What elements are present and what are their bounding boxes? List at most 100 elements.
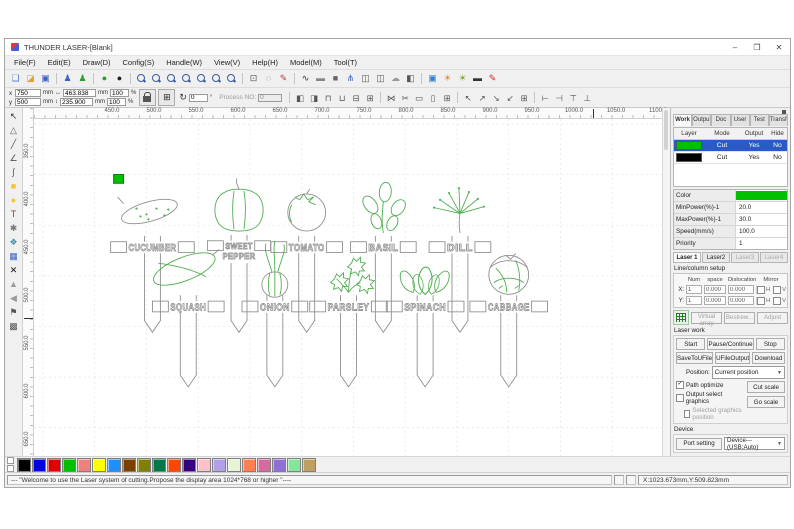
menu-help[interactable]: Help(H) <box>246 56 284 69</box>
cloud-icon[interactable]: ☁ <box>389 72 402 85</box>
simulate-burst-icon[interactable]: ☀ <box>441 72 454 85</box>
layer-row[interactable]: Cut Yes No <box>674 152 787 164</box>
play-up-icon[interactable]: ▲ <box>7 278 20 291</box>
rotate-input[interactable] <box>188 93 208 102</box>
mirror-h-checkbox[interactable] <box>756 296 765 305</box>
text-tool-icon[interactable]: T <box>7 208 20 221</box>
select-box-icon[interactable]: ⊡ <box>247 72 260 85</box>
menu-file[interactable]: File(F) <box>8 56 42 69</box>
output-select-graphics-checkbox[interactable] <box>676 394 684 402</box>
copy-size-icon[interactable]: ▭ <box>413 92 425 104</box>
setup-input[interactable] <box>686 285 702 294</box>
corner-top-left-icon[interactable]: ↖ <box>462 92 474 104</box>
zoom-all-icon[interactable] <box>195 72 208 85</box>
star-tool-icon[interactable]: ✱ <box>7 222 20 235</box>
curve-tool-icon[interactable]: ∿ <box>299 72 312 85</box>
tab-doc[interactable]: Doc <box>711 114 731 126</box>
tab-output[interactable]: Output <box>692 114 712 126</box>
height-input[interactable] <box>60 98 93 106</box>
palette-color-12[interactable] <box>197 457 211 472</box>
palette-color-18[interactable] <box>287 457 301 472</box>
tab-laser3[interactable]: Laser3 <box>731 252 759 263</box>
palette-color-5[interactable] <box>92 457 106 472</box>
corner-bottom-right-icon[interactable]: ↘ <box>490 92 502 104</box>
prop-value-color[interactable] <box>736 190 787 201</box>
prop-value-maxpower[interactable]: 30.0 <box>736 214 787 225</box>
grid-position-icon[interactable]: ⊞ <box>518 92 530 104</box>
mirror-h-checkbox[interactable] <box>756 285 765 294</box>
design-canvas[interactable]: CUCUMBER SWEET PEPPER TOMATO BASIL DILL SQUASH… <box>34 119 662 456</box>
draw-pen-icon[interactable]: ✎ <box>277 72 290 85</box>
shape-tool-icon[interactable]: ❖ <box>7 236 20 249</box>
weld-right-icon[interactable]: ◫ <box>374 72 387 85</box>
close-button[interactable]: ✕ <box>768 40 790 55</box>
palette-color-19[interactable] <box>302 457 316 472</box>
palette-color-8[interactable] <box>137 457 151 472</box>
virtual-array-button[interactable]: Virtual array <box>691 311 722 327</box>
prop-value-minpower[interactable]: 20.0 <box>736 202 787 213</box>
tab-test[interactable]: Test <box>749 114 769 126</box>
canvas-svg[interactable]: CUCUMBER SWEETPEPPER TOMATO BASIL DILL SQUASH… <box>34 119 662 456</box>
lock-ratio-button[interactable] <box>139 89 157 106</box>
vertical-scrollbar[interactable] <box>662 108 670 456</box>
array-copy-icon[interactable]: ⊞ <box>441 92 453 104</box>
node-edit-icon[interactable]: △ <box>7 124 20 137</box>
setup-input[interactable] <box>727 285 754 294</box>
no-color-swatch[interactable] <box>7 457 14 464</box>
prop-value-priority[interactable]: 1 <box>736 238 787 249</box>
position-select[interactable]: Current position ▼ <box>711 366 785 379</box>
bestrew--button[interactable]: Bestrew... <box>724 311 755 324</box>
weld-shapes-icon[interactable]: ⋈ <box>385 92 397 104</box>
palette-color-4[interactable] <box>77 457 91 472</box>
cut-scale-button[interactable]: Cut scale <box>747 381 785 393</box>
bitmap-tool-icon[interactable]: ▦ <box>7 250 20 263</box>
laser-pen-icon[interactable]: ✎ <box>486 72 499 85</box>
node-pick-icon[interactable]: ◌ <box>262 72 275 85</box>
tab-transform[interactable]: Transform <box>768 114 789 126</box>
scale-x-input[interactable] <box>110 89 129 97</box>
palette-color-7[interactable] <box>122 457 136 472</box>
scale-y-input[interactable] <box>107 98 126 106</box>
prop-value-speedmms[interactable]: 100.0 <box>736 226 787 237</box>
menu-tool[interactable]: Tool(T) <box>328 56 363 69</box>
setup-input[interactable] <box>703 285 726 294</box>
selected-graphics-position-checkbox[interactable] <box>684 410 691 418</box>
tab-work[interactable]: Work <box>673 114 693 126</box>
flag-tool-icon[interactable]: ⚑ <box>7 306 20 319</box>
zoom-in-icon[interactable] <box>150 72 163 85</box>
menu-model[interactable]: Model(M) <box>284 56 328 69</box>
dither-tool-icon[interactable]: ▩ <box>7 320 20 333</box>
tab-laser1[interactable]: Laser 1 <box>673 252 701 263</box>
adjust-button[interactable]: Adjust <box>757 311 788 324</box>
layer-color-swatch[interactable] <box>676 141 702 150</box>
setup-input[interactable] <box>727 296 754 305</box>
virtual-array-grid-icon[interactable] <box>673 310 689 325</box>
tape-dark-icon[interactable]: ▬ <box>471 72 484 85</box>
y-position-input[interactable] <box>15 98 41 106</box>
polyline-tool-icon[interactable]: ∠ <box>7 152 20 165</box>
tab-laser2[interactable]: Laser2 <box>702 252 730 263</box>
origin-ball-icon[interactable]: ● <box>113 72 126 85</box>
zoom-out-icon[interactable] <box>135 72 148 85</box>
palette-color-10[interactable] <box>167 457 181 472</box>
palette-color-14[interactable] <box>227 457 241 472</box>
select-arrow-icon[interactable]: ↖ <box>7 110 20 123</box>
x-position-input[interactable] <box>15 89 41 97</box>
apply-center-button[interactable]: ⊞ <box>158 89 176 106</box>
palette-color-3[interactable] <box>62 457 76 472</box>
extend-left-icon[interactable]: ⊢ <box>539 92 551 104</box>
menu-handle[interactable]: Handle(W) <box>160 56 208 69</box>
mirror-v-checkbox[interactable] <box>773 285 782 294</box>
panel-split-icon[interactable]: ◧ <box>404 72 417 85</box>
menu-draw[interactable]: Draw(D) <box>77 56 117 69</box>
start-ball-icon[interactable]: ● <box>98 72 111 85</box>
corner-top-right-icon[interactable]: ↗ <box>476 92 488 104</box>
curve-tool-icon[interactable]: ∫ <box>7 166 20 179</box>
port-setting-button[interactable]: Port setting <box>676 437 722 450</box>
open-folder-icon[interactable]: ◪ <box>24 72 37 85</box>
menu-config[interactable]: Config(S) <box>117 56 161 69</box>
simulate-burst-2-icon[interactable]: ☀ <box>456 72 469 85</box>
setup-input[interactable] <box>703 296 726 305</box>
process-input[interactable] <box>258 93 283 102</box>
menu-edit[interactable]: Edit(E) <box>42 56 77 69</box>
